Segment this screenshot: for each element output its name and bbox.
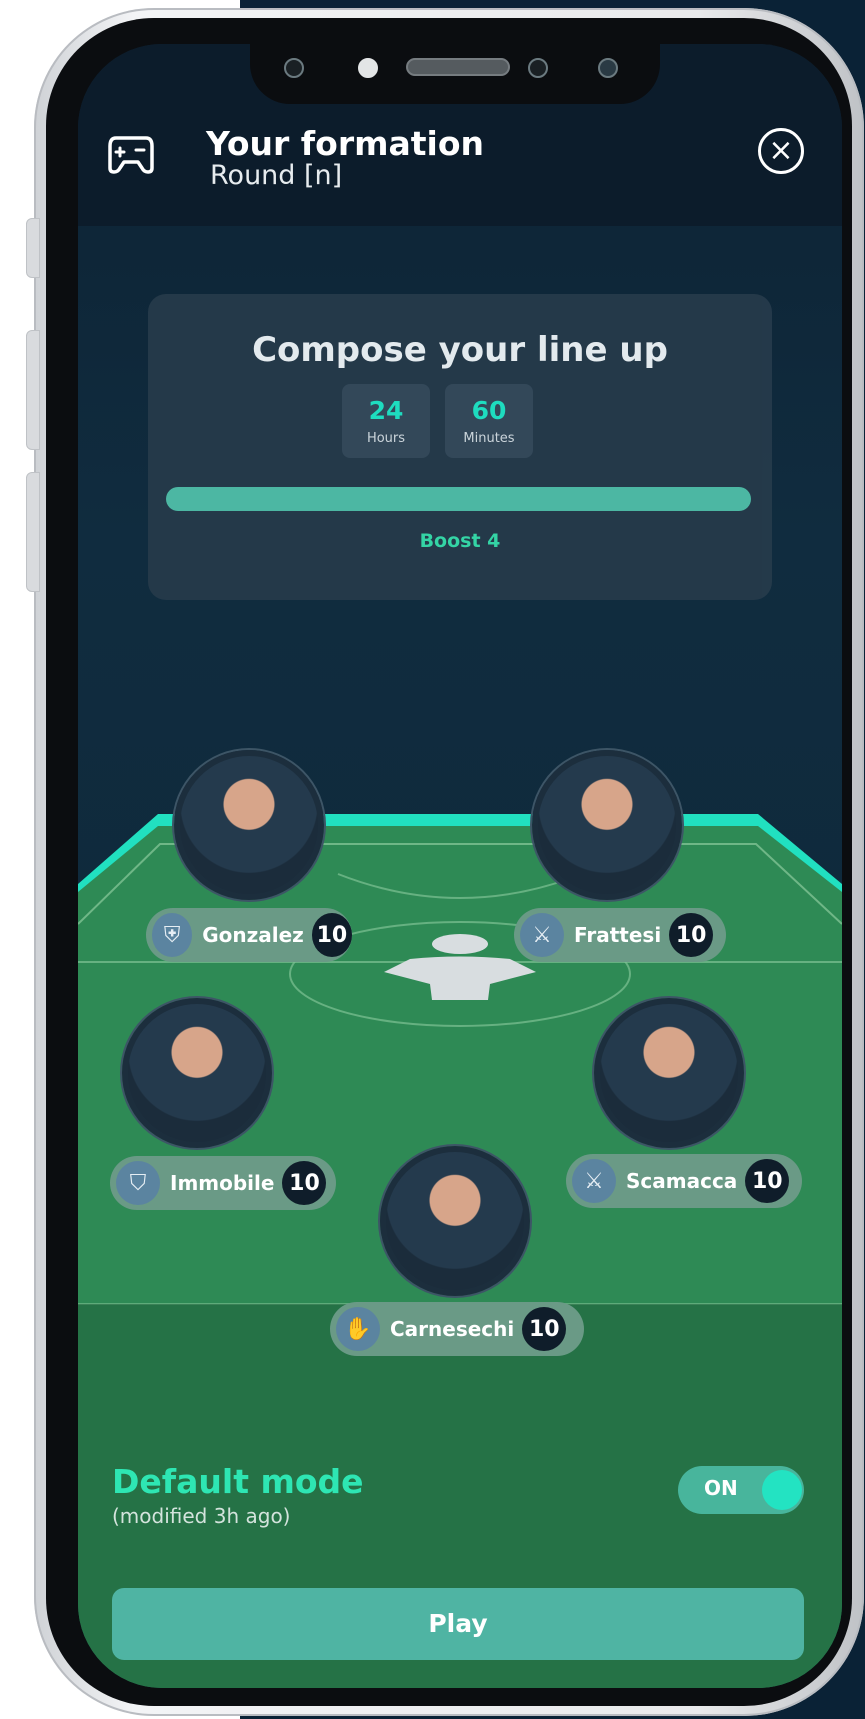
player-avatar [122,998,272,1148]
player-name: Frattesi [574,923,662,947]
page-subtitle: Round [n] [210,160,343,191]
lineup-card: Compose your line up 24 Hours 60 Minutes… [148,294,772,600]
player-chip[interactable]: ✋ Carnesechi 10 [330,1302,584,1356]
play-button[interactable]: Play [112,1588,804,1660]
camera-icon [284,58,304,78]
page-title: Your formation [206,124,485,163]
player-chip[interactable]: ⚔ Frattesi 10 [514,908,726,962]
timer-hours-value: 24 [368,396,404,425]
shield-icon: ⛉ [116,1161,160,1205]
close-icon: × [768,133,794,168]
player-avatar [532,750,682,900]
player-score: 10 [311,913,352,957]
player-avatar [174,750,324,900]
app-screen: Your formation Round [n] × Compose your … [78,44,842,1688]
player-avatar [594,998,744,1148]
player-name: Scamacca [626,1169,738,1193]
toggle-knob [762,1470,802,1510]
player-avatar [380,1146,530,1296]
player-name: Carnesechi [390,1317,515,1341]
speaker-grill [406,58,510,76]
mode-subtitle: (modified 3h ago) [112,1504,291,1528]
pitch: ⛨ Gonzalez 10 ⚔ Frattesi 10 ⛉ Immobile 1… [78,750,842,1688]
shield-badge-icon: ⛨ [152,913,193,957]
player-name: Gonzalez [202,923,304,947]
player-score: 10 [745,1159,790,1203]
default-mode-toggle[interactable]: ON [678,1466,804,1514]
crossed-swords-icon: ⚔ [572,1159,616,1203]
timer-hours: 24 Hours [342,384,430,458]
gamepad-icon [108,136,154,174]
player-score: 10 [669,913,714,957]
toggle-label: ON [704,1476,738,1500]
close-button[interactable]: × [758,128,804,174]
card-title: Compose your line up [252,330,668,370]
sensor-icon [598,58,618,78]
timer-minutes-value: 60 [471,396,507,425]
crossed-swords-icon: ⚔ [520,913,564,957]
phone-side-button [26,472,40,592]
phone-side-button [26,330,40,450]
player-score: 10 [522,1307,567,1351]
timer-minutes-label: Minutes [463,431,515,446]
timer-hours-label: Hours [366,431,406,446]
progress-bar [166,487,751,511]
player-chip[interactable]: ⛉ Immobile 10 [110,1156,336,1210]
player-chip[interactable]: ⛨ Gonzalez 10 [146,908,352,962]
phone-side-button [26,218,40,278]
player-name: Immobile [170,1171,275,1195]
camera-icon [528,58,548,78]
sensor-icon [358,58,378,78]
mode-title: Default mode [112,1462,364,1501]
timer-minutes: 60 Minutes [445,384,533,458]
player-score: 10 [282,1161,327,1205]
boost-label: Boost 4 [419,530,501,552]
gloves-icon: ✋ [336,1307,380,1351]
player-chip[interactable]: ⚔ Scamacca 10 [566,1154,802,1208]
